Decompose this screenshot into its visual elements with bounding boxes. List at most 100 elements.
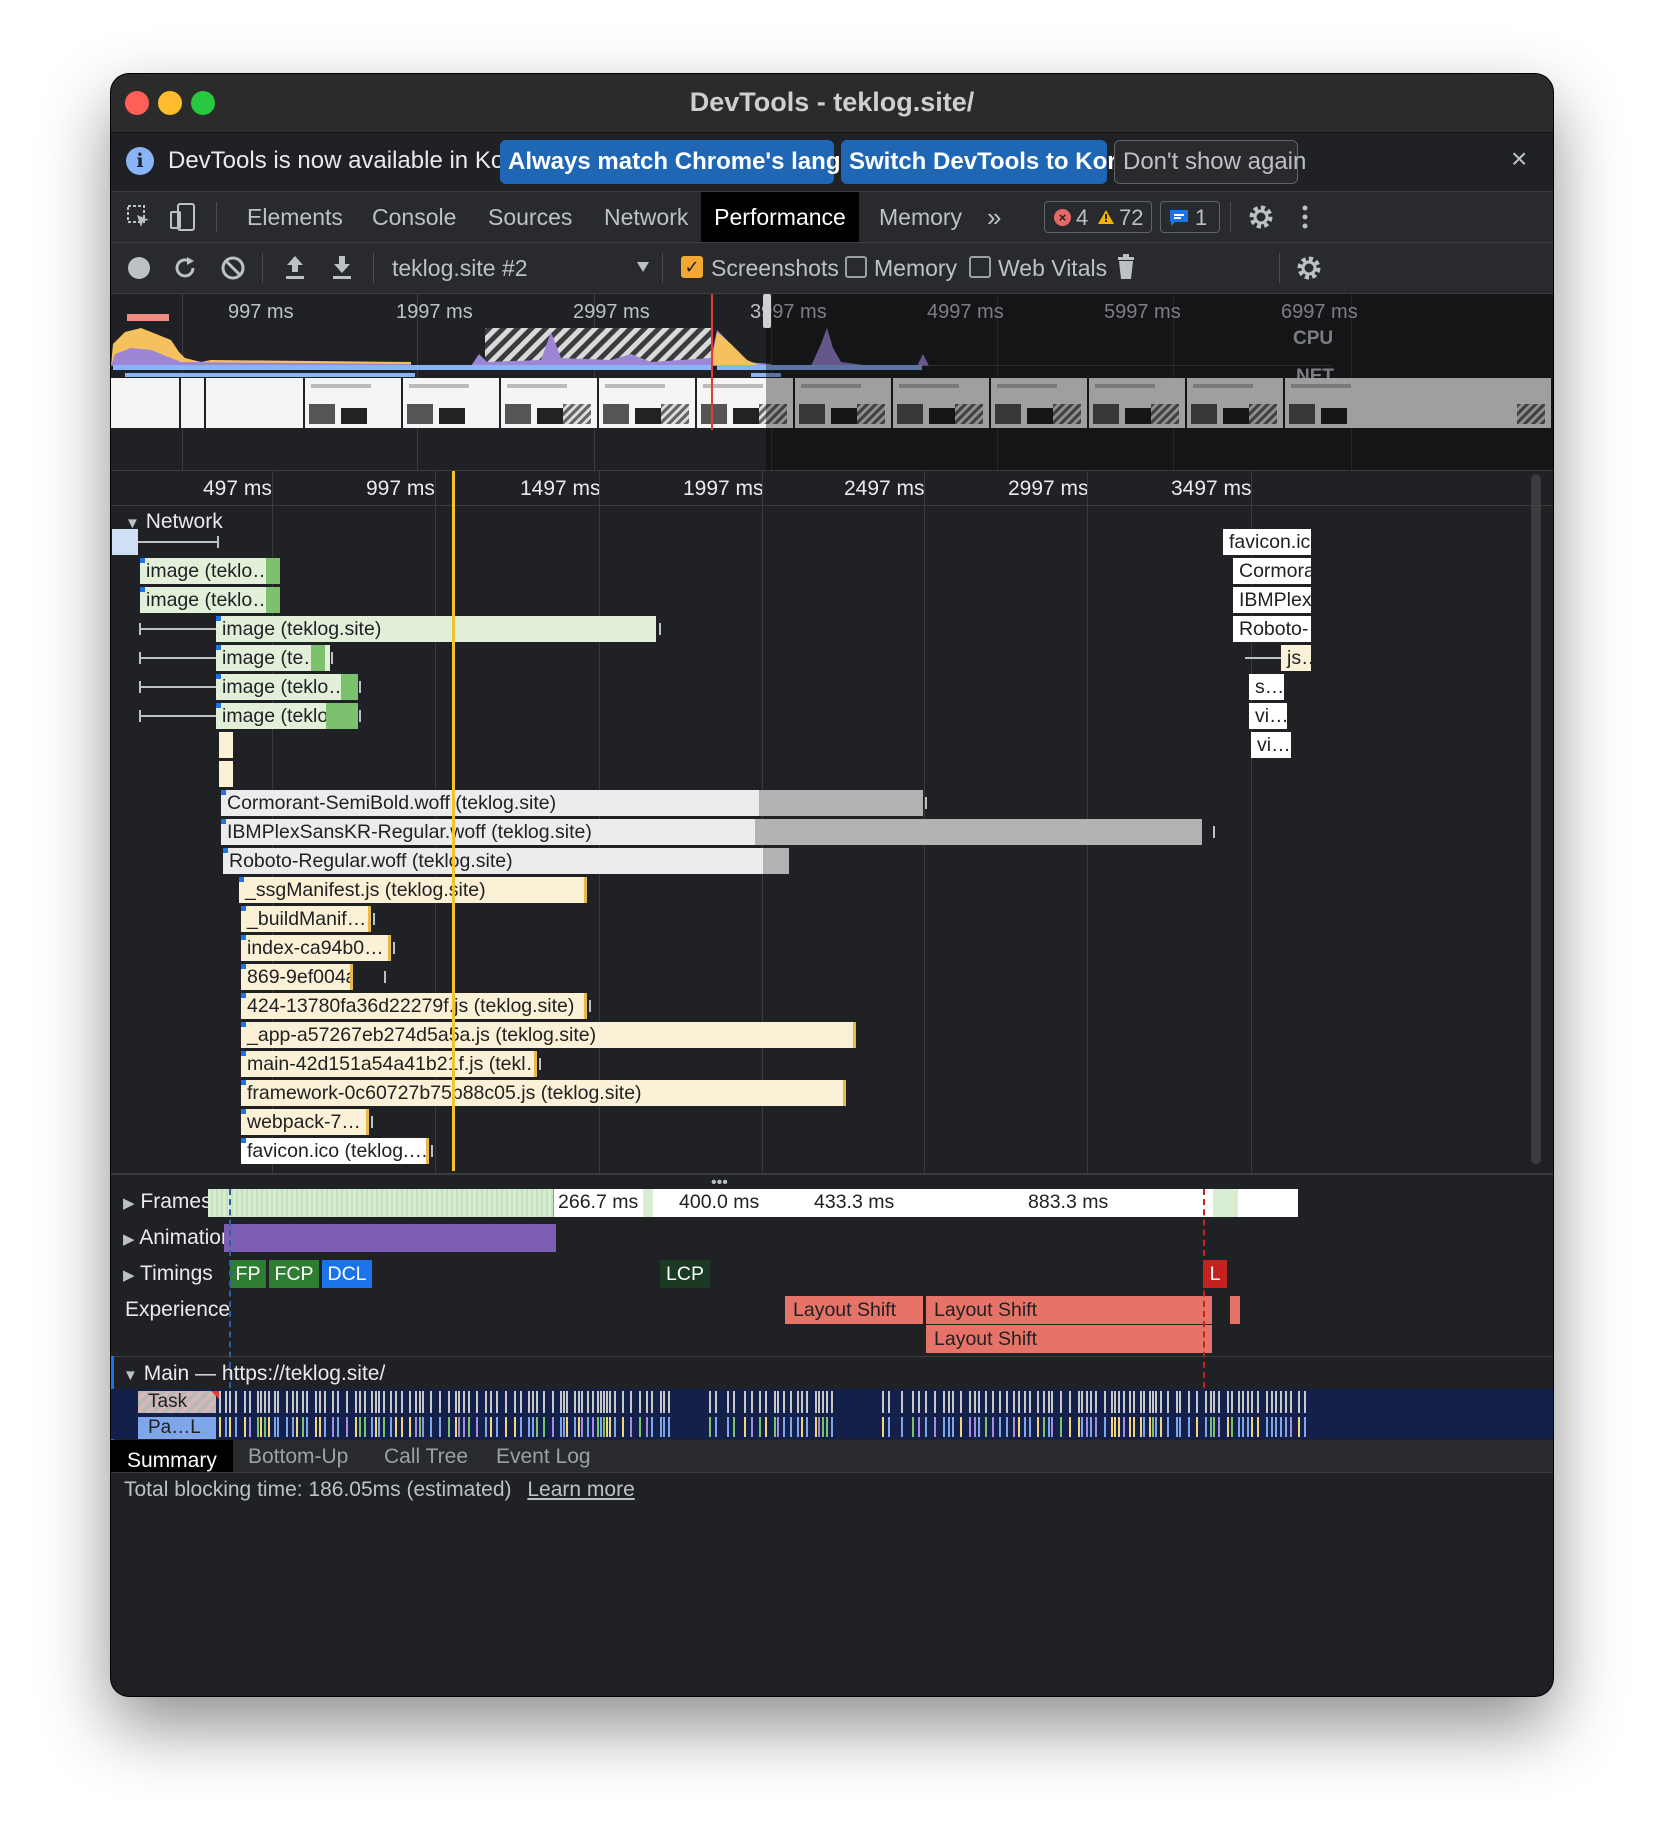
activity-tick[interactable] [1210, 1417, 1212, 1437]
task-tick[interactable] [1078, 1391, 1080, 1413]
task-tick[interactable] [1129, 1391, 1131, 1413]
task-tick[interactable] [1048, 1391, 1050, 1413]
activity-tick[interactable] [1304, 1417, 1306, 1437]
activity-tick[interactable] [1043, 1417, 1045, 1437]
activity-tick[interactable] [1257, 1417, 1259, 1437]
activity-tick[interactable] [430, 1417, 432, 1437]
task-tick[interactable] [646, 1391, 648, 1413]
activity-tick[interactable] [974, 1417, 976, 1437]
activity-tick[interactable] [1247, 1417, 1249, 1437]
task-tick[interactable] [943, 1391, 945, 1413]
activity-tick[interactable] [818, 1417, 820, 1437]
activity-tick[interactable] [306, 1417, 308, 1437]
activity-tick[interactable] [606, 1417, 608, 1437]
trash-icon[interactable] [1116, 254, 1136, 280]
task-tick[interactable] [264, 1391, 266, 1413]
lcp-marker[interactable]: LCP [660, 1260, 710, 1288]
task-tick[interactable] [783, 1391, 785, 1413]
activity-tick[interactable] [1095, 1417, 1097, 1437]
task-tick[interactable] [600, 1391, 602, 1413]
activity-tick[interactable] [319, 1417, 321, 1437]
network-request-bar[interactable] [219, 732, 233, 758]
task-tick[interactable] [574, 1391, 576, 1413]
task-tick[interactable] [797, 1391, 799, 1413]
task-tick[interactable] [439, 1391, 441, 1413]
activity-tick[interactable] [277, 1417, 279, 1437]
load-marker[interactable]: L [1203, 1260, 1227, 1288]
task-tick[interactable] [969, 1391, 971, 1413]
task-tick[interactable] [1029, 1391, 1031, 1413]
task-tick[interactable] [543, 1391, 545, 1413]
tab-sources[interactable]: Sources [488, 192, 572, 242]
activity-tick[interactable] [806, 1417, 808, 1437]
task-tick[interactable] [458, 1391, 460, 1413]
task-tick[interactable] [378, 1391, 380, 1413]
task-tick[interactable] [383, 1391, 385, 1413]
activity-tick[interactable] [458, 1417, 460, 1437]
activity-tick[interactable] [419, 1417, 421, 1437]
more-options-icon[interactable] [1299, 203, 1311, 231]
task-tick[interactable] [826, 1391, 828, 1413]
activity-tick[interactable] [1196, 1417, 1198, 1437]
activity-tick[interactable] [1024, 1417, 1026, 1437]
activity-tick[interactable] [1275, 1417, 1277, 1437]
activity-tick[interactable] [543, 1417, 545, 1437]
activity-tick[interactable] [219, 1417, 221, 1437]
frames-track-header[interactable]: ▶ Frames [123, 1190, 212, 1214]
activity-tick[interactable] [603, 1417, 605, 1437]
activity-tick[interactable] [660, 1417, 662, 1437]
tab-network[interactable]: Network [604, 192, 688, 242]
activity-tick[interactable] [260, 1417, 262, 1437]
fcp-marker[interactable]: FCP [269, 1260, 319, 1288]
activity-tick[interactable] [268, 1417, 270, 1437]
task-tick[interactable] [960, 1391, 962, 1413]
task-tick[interactable] [1060, 1391, 1062, 1413]
task-tick[interactable] [918, 1391, 920, 1413]
network-request-bar[interactable]: favicon.ico [1223, 529, 1311, 555]
tab-summary[interactable]: Summary [111, 1440, 233, 1472]
task-tick[interactable] [1133, 1391, 1135, 1413]
activity-tick[interactable] [1006, 1417, 1008, 1437]
network-track-header[interactable]: ▼ Network [125, 510, 223, 534]
network-request-bar[interactable]: _app-a57267eb274d5a5a.js (teklog.site) [241, 1022, 856, 1048]
activity-tick[interactable] [1143, 1417, 1145, 1437]
activity-tick[interactable] [592, 1417, 594, 1437]
activity-tick[interactable] [831, 1417, 833, 1437]
tab-call-tree[interactable]: Call Tree [384, 1445, 468, 1469]
task-tick[interactable] [622, 1391, 624, 1413]
activity-tick[interactable] [1104, 1417, 1106, 1437]
activity-tick[interactable] [1111, 1417, 1113, 1437]
dcl-marker[interactable]: DCL [322, 1260, 372, 1288]
network-request-bar[interactable]: image (teklo… [140, 587, 280, 613]
task-tick[interactable] [249, 1391, 251, 1413]
task-tick[interactable] [790, 1391, 792, 1413]
network-request-bar[interactable]: _ssgManifest.js (teklog.site) [239, 877, 587, 903]
frame[interactable] [643, 1189, 653, 1217]
task-tick[interactable] [359, 1391, 361, 1413]
task-tick[interactable] [371, 1391, 373, 1413]
task-tick[interactable] [1167, 1391, 1169, 1413]
activity-tick[interactable] [520, 1417, 522, 1437]
settings-gear-icon[interactable] [1247, 203, 1275, 231]
activity-tick[interactable] [1152, 1417, 1154, 1437]
activity-tick[interactable] [978, 1417, 980, 1437]
switch-to-korean-button[interactable]: Switch DevTools to Korean [841, 140, 1158, 184]
activity-tick[interactable] [801, 1417, 803, 1437]
animation-bar[interactable] [224, 1224, 556, 1252]
task-tick[interactable] [1304, 1391, 1306, 1413]
activity-tick[interactable] [1018, 1417, 1020, 1437]
activity-tick[interactable] [1160, 1417, 1162, 1437]
activity-tick[interactable] [244, 1417, 246, 1437]
task-tick[interactable] [1155, 1391, 1157, 1413]
task-tick[interactable] [536, 1391, 538, 1413]
task-tick[interactable] [1069, 1391, 1071, 1413]
task-tick[interactable] [337, 1391, 339, 1413]
task-tick[interactable] [324, 1391, 326, 1413]
task-tick[interactable] [1188, 1391, 1190, 1413]
fp-marker[interactable]: FP [230, 1260, 266, 1288]
task-tick[interactable] [1290, 1391, 1292, 1413]
task-tick[interactable] [552, 1391, 554, 1413]
activity-tick[interactable] [925, 1417, 927, 1437]
chevron-down-icon[interactable] [636, 261, 650, 273]
task-tick[interactable] [306, 1391, 308, 1413]
